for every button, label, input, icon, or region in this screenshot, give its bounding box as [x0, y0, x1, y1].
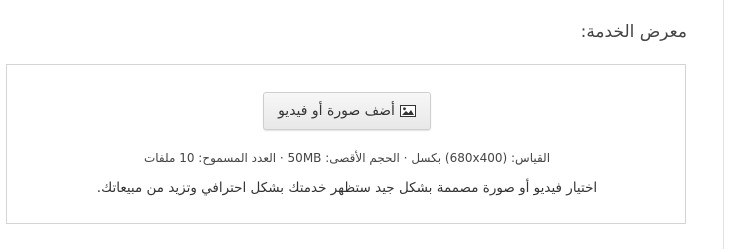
page: معرض الخدمة: أضف صورة أو فيديو القياس: (… [0, 0, 743, 249]
image-icon [399, 105, 416, 117]
upload-specs: القياس: (680x400) بكسل · الحجم الأقصى: 5… [143, 151, 551, 165]
upload-hint: اختيار فيديو أو صورة مصممة بشكل جيد ستظه… [96, 180, 598, 196]
divider [723, 0, 724, 249]
add-media-label: أضف صورة أو فيديو [278, 103, 395, 119]
add-media-button[interactable]: أضف صورة أو فيديو [263, 92, 431, 130]
section-title: معرض الخدمة: [580, 22, 687, 42]
gallery-dropzone[interactable]: أضف صورة أو فيديو القياس: (680x400) بكسل… [6, 64, 686, 224]
